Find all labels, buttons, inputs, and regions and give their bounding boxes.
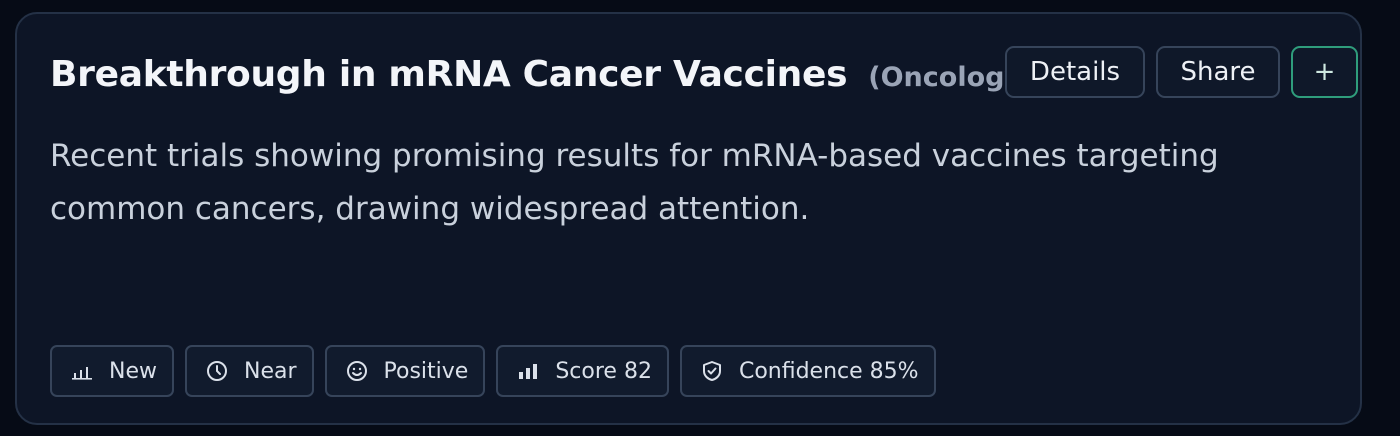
tag-confidence[interactable]: Confidence 85% [679,345,936,397]
tag-label: Confidence 85% [738,358,919,384]
bar-chart-icon [71,360,93,382]
smiley-icon [346,360,368,382]
news-card: Breakthrough in mRNA Cancer Vaccines (On… [15,12,1362,425]
card-title: Breakthrough in mRNA Cancer Vaccines [50,54,848,95]
tag-label: Near [244,358,297,384]
tag-label: New [109,358,157,384]
tag-list: New Near Positive Score 82 Confidence 85… [50,345,936,397]
bar-chart-icon [517,360,539,382]
tag-score[interactable]: Score 82 [496,345,669,397]
tag-label: Positive [383,358,469,384]
tag-label: Score 82 [555,358,652,384]
card-actions: Details Share + [1005,46,1358,98]
clock-icon [206,360,228,382]
share-button[interactable]: Share [1156,46,1280,98]
details-button[interactable]: Details [1005,46,1145,98]
shield-check-icon [701,360,723,382]
tag-new[interactable]: New [50,345,174,397]
tag-positive[interactable]: Positive [324,345,486,397]
card-description: Recent trials showing promising results … [50,138,1219,227]
tag-near[interactable]: Near [185,345,314,397]
card-header: Breakthrough in mRNA Cancer Vaccines (On… [50,54,1034,95]
add-button[interactable]: + [1291,46,1358,98]
